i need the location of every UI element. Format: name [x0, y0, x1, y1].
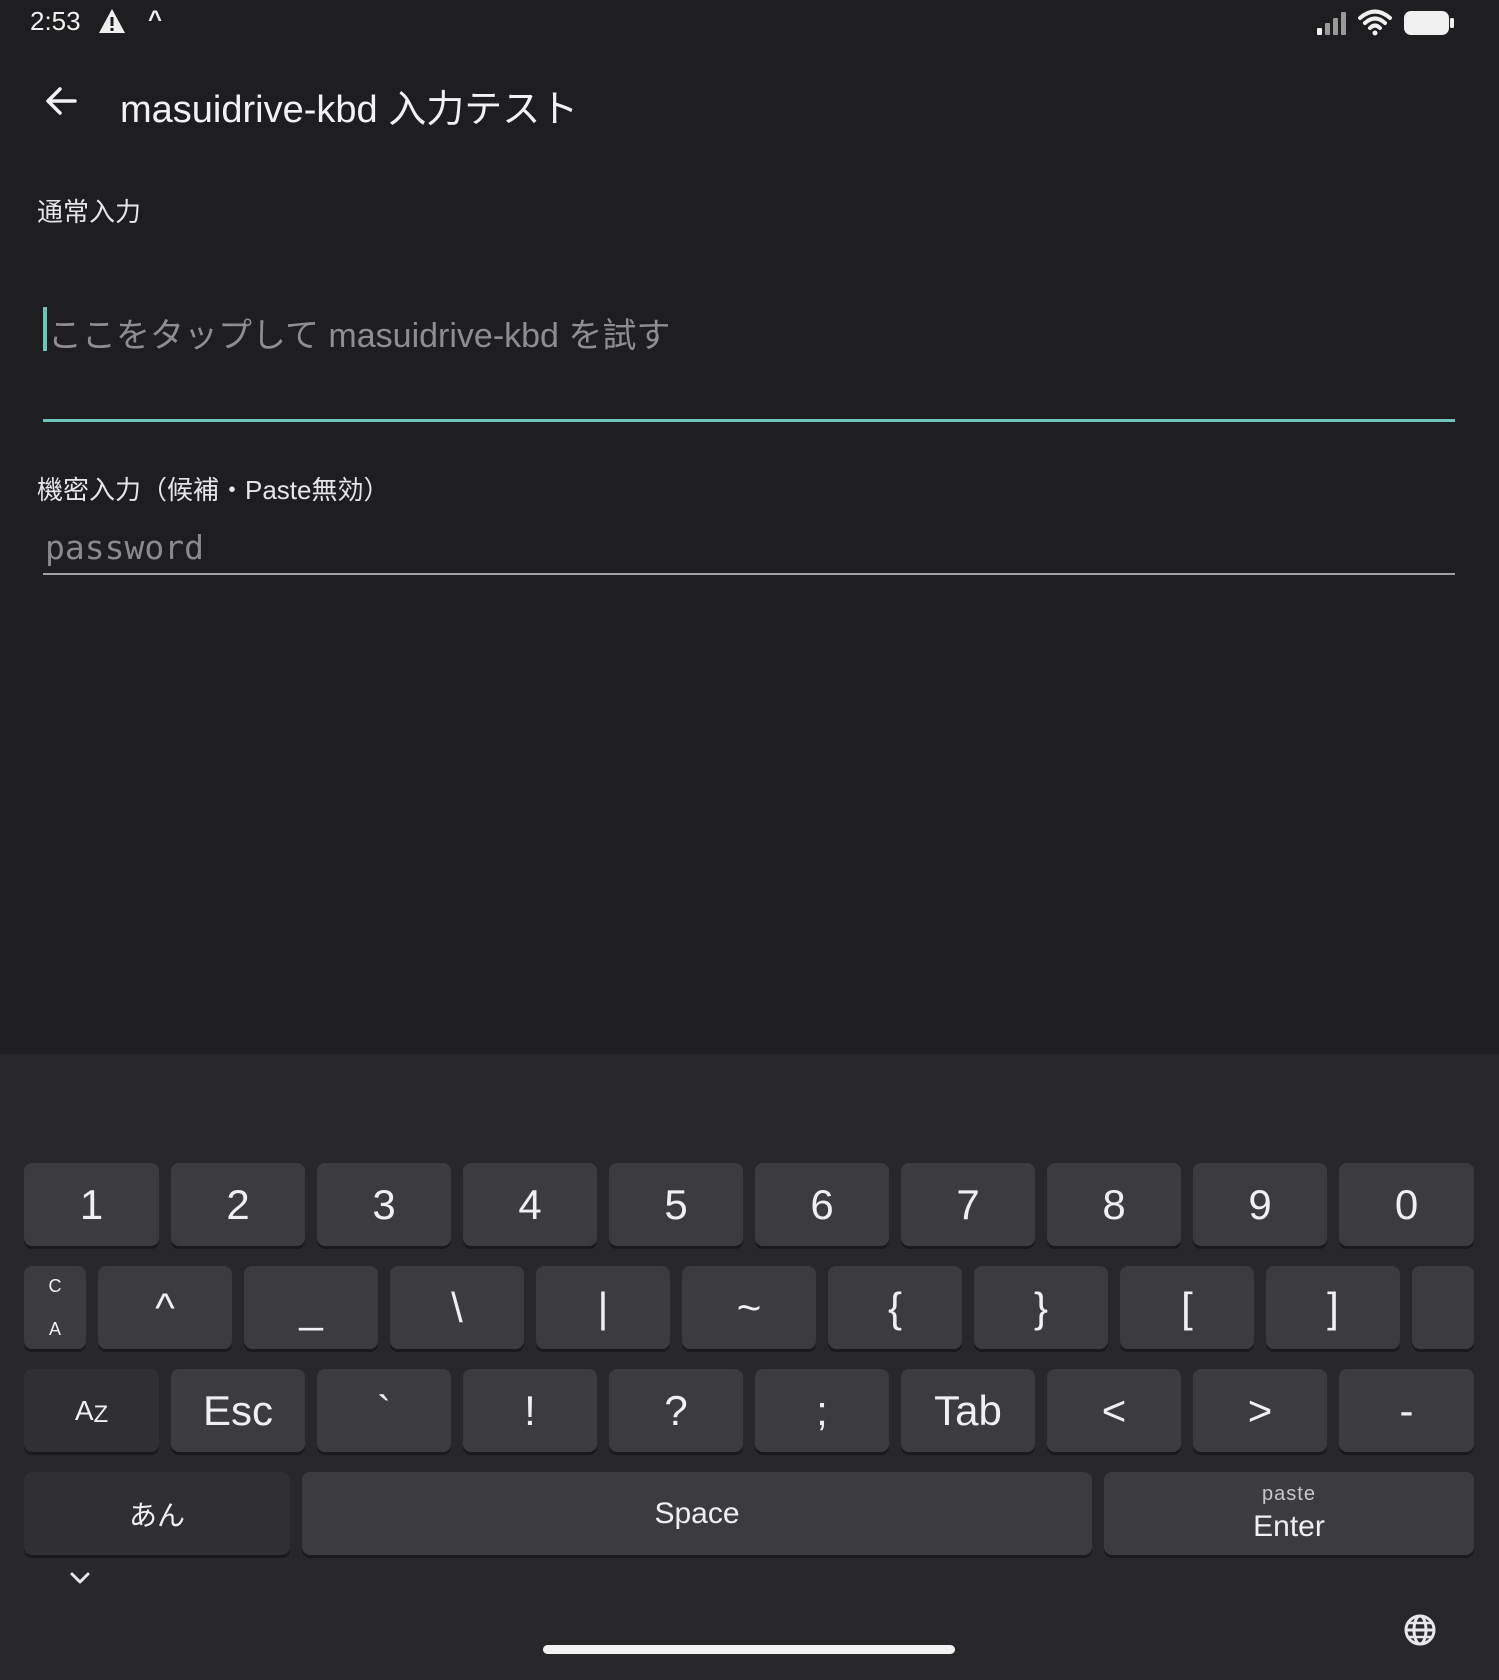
key-greater-than[interactable]: > — [1193, 1369, 1327, 1452]
key-tilde[interactable]: ~ — [682, 1266, 816, 1349]
key-underscore[interactable]: _ — [244, 1266, 378, 1349]
enter-paste-hint: paste — [1262, 1483, 1316, 1505]
status-bar: 2:53 ^ — [0, 0, 1499, 44]
signal-icon — [1317, 12, 1346, 35]
key-minus[interactable]: - — [1339, 1369, 1474, 1452]
key-7[interactable]: 7 — [901, 1163, 1035, 1246]
globe-icon[interactable] — [1400, 1610, 1440, 1650]
text-cursor — [43, 307, 47, 351]
arrow-back-icon — [46, 87, 77, 115]
key-right-brace[interactable]: } — [974, 1266, 1108, 1349]
key-2[interactable]: 2 — [171, 1163, 305, 1246]
key-5[interactable]: 5 — [609, 1163, 743, 1246]
key-backslash[interactable]: \ — [390, 1266, 524, 1349]
key-right-bracket[interactable]: ] — [1266, 1266, 1400, 1349]
normal-input-placeholder: ここをタップして masuidrive-kbd を試す — [48, 317, 671, 355]
key-tab[interactable]: Tab — [901, 1369, 1035, 1452]
key-left-brace[interactable]: { — [828, 1266, 962, 1349]
key-less-than[interactable]: < — [1047, 1369, 1181, 1452]
home-indicator[interactable] — [543, 1645, 955, 1654]
key-exclamation[interactable]: ! — [463, 1369, 597, 1452]
key-kana-toggle[interactable]: あん — [24, 1472, 290, 1555]
key-3[interactable]: 3 — [317, 1163, 451, 1246]
page-title: masuidrive-kbd 入力テスト — [120, 89, 579, 131]
key-left-bracket[interactable]: [ — [1120, 1266, 1254, 1349]
normal-input-label: 通常入力 — [37, 197, 142, 227]
key-backtick[interactable]: ` — [317, 1369, 451, 1452]
key-caret[interactable]: ^ — [98, 1266, 232, 1349]
key-question[interactable]: ? — [609, 1369, 743, 1452]
key-4[interactable]: 4 — [463, 1163, 597, 1246]
status-time: 2:53 — [30, 6, 81, 36]
normal-text-input[interactable]: ここをタップして masuidrive-kbd を試す — [43, 296, 1455, 422]
app-bar: masuidrive-kbd 入力テスト — [0, 60, 1499, 140]
enter-label: Enter — [1253, 1510, 1325, 1543]
key-space[interactable]: Space — [302, 1472, 1092, 1555]
key-9[interactable]: 9 — [1193, 1163, 1327, 1246]
space-label: Space — [654, 1496, 740, 1530]
key-0[interactable]: 0 — [1339, 1163, 1474, 1246]
wifi-icon — [1358, 9, 1392, 36]
key-esc[interactable]: Esc — [171, 1369, 305, 1452]
password-placeholder: password — [45, 528, 204, 567]
key-pipe[interactable]: | — [536, 1266, 670, 1349]
soft-keyboard — [0, 1054, 1499, 1680]
status-caret: ^ — [148, 6, 163, 33]
key-semicolon[interactable]: ; — [755, 1369, 889, 1452]
case-toggle-a: A — [74, 1394, 94, 1426]
key-blank[interactable] — [1412, 1266, 1474, 1349]
key-6[interactable]: 6 — [755, 1163, 889, 1246]
case-toggle-z: Z — [93, 1400, 109, 1428]
key-1[interactable]: 1 — [24, 1163, 159, 1246]
kana-label: あん — [128, 1499, 185, 1531]
key-8[interactable]: 8 — [1047, 1163, 1181, 1246]
warning-icon — [99, 9, 125, 33]
back-button[interactable] — [36, 76, 86, 126]
chevron-down-icon[interactable] — [60, 1558, 100, 1598]
caps-toggle-bottom: A — [48, 1318, 61, 1339]
key-enter[interactable]: paste Enter — [1104, 1472, 1474, 1555]
password-input[interactable]: password — [43, 520, 1455, 575]
caps-toggle-top: C — [48, 1275, 62, 1296]
secret-input-label: 機密入力（候補・Paste無効） — [37, 475, 390, 505]
key-case-toggle[interactable]: AZ — [24, 1369, 159, 1452]
battery-icon — [1404, 11, 1454, 35]
key-caps-toggle[interactable]: C A — [24, 1266, 86, 1349]
